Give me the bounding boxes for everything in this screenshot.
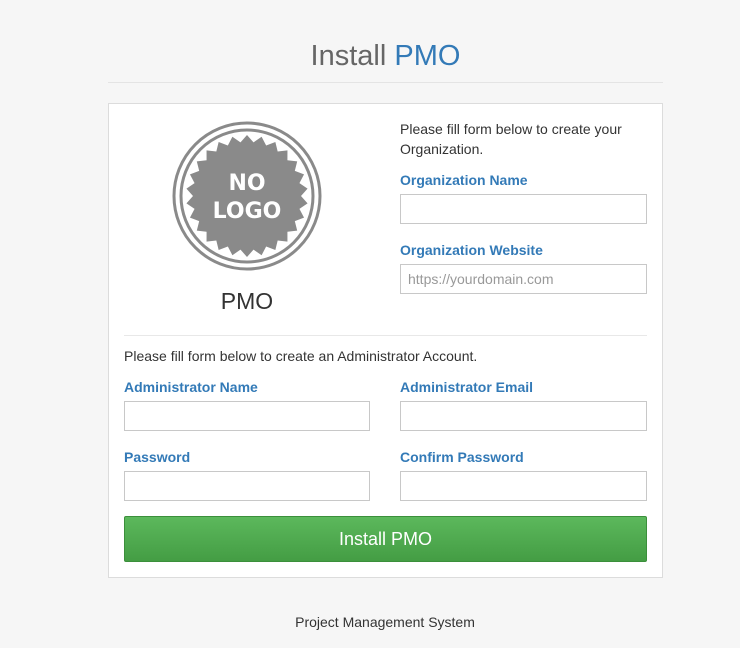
organization-name-label: Organization Name	[400, 172, 528, 188]
section-divider	[124, 335, 647, 336]
confirm-password-label: Confirm Password	[400, 449, 524, 465]
administrator-email-label: Administrator Email	[400, 379, 534, 395]
administrator-email-input[interactable]	[400, 401, 647, 431]
logo-text-line1: NO	[228, 171, 265, 196]
no-logo-badge-icon: NO LOGO	[172, 121, 322, 271]
page-title: Install PMO	[108, 38, 663, 74]
install-button[interactable]: Install PMO	[124, 516, 647, 562]
page-title-prefix: Install	[310, 40, 387, 72]
page-title-accent: PMO	[394, 40, 461, 72]
organization-name-input[interactable]	[400, 194, 647, 224]
organization-intro-text: Please fill form below to create your Or…	[400, 121, 622, 157]
administrator-name-label: Administrator Name	[124, 379, 258, 395]
footer-text: Project Management System	[295, 614, 475, 630]
title-divider	[108, 82, 663, 83]
password-input[interactable]	[124, 471, 370, 501]
administrator-name-input[interactable]	[124, 401, 370, 431]
administrator-intro-text: Please fill form below to create an Admi…	[124, 348, 478, 364]
organization-display-name: PMO	[220, 288, 274, 314]
password-label: Password	[124, 449, 191, 465]
install-form-card: NO LOGO PMO Please fill form below to cr…	[108, 103, 663, 578]
organization-website-input[interactable]	[400, 264, 647, 294]
confirm-password-input[interactable]	[400, 471, 647, 501]
logo-text-line2: LOGO	[213, 199, 282, 224]
organization-website-label: Organization Website	[400, 242, 543, 258]
